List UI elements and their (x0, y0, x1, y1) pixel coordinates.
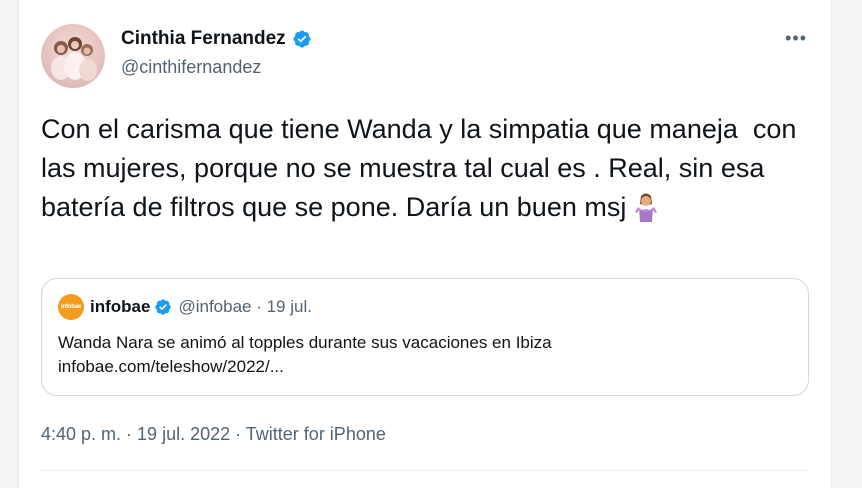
author-avatar[interactable] (41, 24, 105, 88)
meta-separator: · (121, 424, 138, 444)
quoted-tweet-text: Wanda Nara se animó al topples durante s… (58, 331, 788, 379)
tweet-text: Con el carisma que tiene Wanda y la simp… (41, 114, 804, 222)
verified-badge-icon (154, 298, 172, 316)
tweet-time[interactable]: 4:40 p. m. (41, 424, 121, 444)
tweet-body: Con el carisma que tiene Wanda y la simp… (41, 110, 801, 227)
tweet-metadata: 4:40 p. m. · 19 jul. 2022 · Twitter for … (41, 424, 386, 445)
tweet-date[interactable]: 19 jul. 2022 (137, 424, 230, 444)
tweet-source[interactable]: Twitter for iPhone (246, 424, 386, 444)
more-options-icon[interactable]: ••• (785, 28, 807, 49)
verified-badge-icon (292, 29, 312, 49)
profile-photo-icon (51, 37, 97, 81)
tweet-card: Cinthia Fernandez @cinthifernandez ••• C… (18, 0, 832, 488)
quoted-tweet-header: infobae infobae @infobae · 19 jul. (58, 294, 312, 320)
author-display-name[interactable]: Cinthia Fernandez (121, 28, 286, 50)
person-shrugging-emoji-icon (632, 192, 660, 222)
quoted-handle-date[interactable]: @infobae · 19 jul. (178, 297, 312, 317)
quoted-author-name[interactable]: infobae (90, 297, 150, 317)
author-name-row: Cinthia Fernandez (121, 28, 312, 50)
divider (41, 470, 809, 471)
quoted-tweet-card[interactable]: infobae infobae @infobae · 19 jul. Wanda… (41, 278, 809, 396)
quoted-link[interactable]: infobae.com/teleshow/2022/... (58, 355, 788, 379)
quoted-text-line: Wanda Nara se animó al topples durante s… (58, 333, 552, 352)
infobae-logo-icon: infobae (58, 294, 84, 320)
author-handle[interactable]: @cinthifernandez (121, 57, 261, 78)
meta-separator: · (230, 424, 246, 444)
